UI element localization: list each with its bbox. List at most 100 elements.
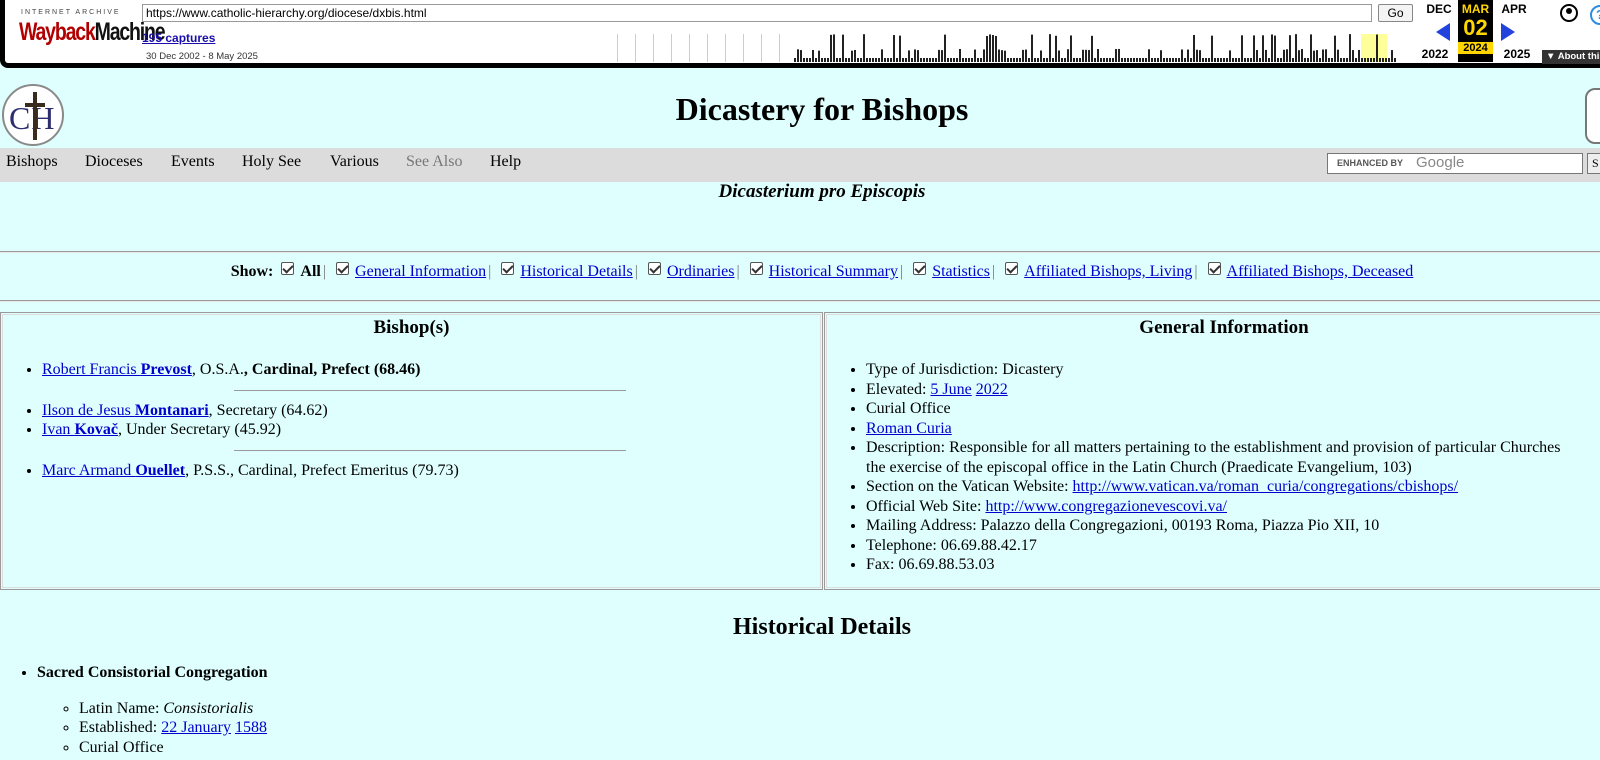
capture-bar xyxy=(971,58,973,62)
established-year-link[interactable]: 1588 xyxy=(235,719,267,736)
capture-bar xyxy=(1196,49,1198,62)
page-title: Dicastery for Bishops xyxy=(675,91,969,127)
wayback-about-capture[interactable]: ▼ About this capture xyxy=(1542,50,1600,64)
nav-dioceses[interactable]: Dioceses xyxy=(85,153,143,171)
nav-help[interactable]: Help xyxy=(490,153,521,171)
capture-bar xyxy=(1220,58,1222,62)
capture-bar xyxy=(1073,58,1075,62)
capture-bar xyxy=(950,58,952,62)
capture-bar xyxy=(1061,58,1063,62)
show-affiliated-living-link[interactable]: Affiliated Bishops, Living xyxy=(1024,263,1192,280)
capture-bar xyxy=(1352,50,1354,62)
checkbox-historical-summary[interactable] xyxy=(749,262,763,275)
capture-bar xyxy=(845,58,847,62)
checkbox-affiliated-living[interactable] xyxy=(1005,262,1019,275)
roman-curia-link[interactable]: Roman Curia xyxy=(866,420,952,437)
show-statistics-link[interactable]: Statistics xyxy=(932,263,990,280)
wayback-prev-year[interactable]: 2022 xyxy=(1416,47,1454,61)
capture-bar xyxy=(854,49,856,62)
checkbox-historical-details[interactable] xyxy=(501,262,515,275)
nav-various[interactable]: Various xyxy=(330,153,379,171)
wayback-go-button[interactable]: Go xyxy=(1378,4,1413,22)
capture-bar xyxy=(635,34,636,62)
capture-bar xyxy=(1148,49,1150,62)
capture-bar xyxy=(1151,58,1153,62)
bishop-kovac-link[interactable]: Ivan Kovač xyxy=(42,421,118,438)
capture-bar xyxy=(761,34,762,62)
nav-events[interactable]: Events xyxy=(171,153,215,171)
capture-bar xyxy=(908,50,910,62)
established-day-link[interactable]: 22 January xyxy=(161,719,231,736)
capture-bar xyxy=(797,49,799,62)
capture-bar xyxy=(1343,58,1345,62)
capture-bar xyxy=(986,35,988,62)
nav-bishops[interactable]: Bishops xyxy=(6,153,58,171)
capture-bar xyxy=(1280,58,1282,62)
elevated-day-link[interactable]: 5 June xyxy=(930,381,971,398)
capture-bar xyxy=(1094,58,1096,62)
capture-bar xyxy=(1142,58,1144,62)
wayback-prev-arrow-icon[interactable] xyxy=(1436,23,1450,41)
capture-bar xyxy=(1025,49,1027,62)
help-icon[interactable]: ? xyxy=(1590,5,1600,25)
nav-holy-see[interactable]: Holy See xyxy=(242,153,301,171)
capture-bar xyxy=(1313,50,1315,62)
capture-bar xyxy=(1373,58,1375,62)
capture-bar xyxy=(935,58,937,62)
search-button[interactable]: S xyxy=(1587,153,1600,174)
wayback-url-input[interactable]: https://www.catholic-hierarchy.org/dioce… xyxy=(142,4,1372,22)
user-icon[interactable] xyxy=(1560,4,1578,22)
bishop-montanari-link[interactable]: Ilson de Jesus Montanari xyxy=(42,402,209,419)
capture-bar xyxy=(1166,58,1168,62)
capture-bar xyxy=(1355,58,1357,62)
search-input[interactable]: ENHANCED BY Google xyxy=(1327,153,1583,174)
show-historical-summary-link[interactable]: Historical Summary xyxy=(769,263,898,280)
capture-bar xyxy=(827,58,829,62)
capture-bar xyxy=(809,58,811,62)
capture-bar xyxy=(1298,50,1300,62)
capture-bar xyxy=(1319,58,1321,62)
bishops-panel: Bishop(s) Robert Francis Prevost, O.S.A.… xyxy=(0,312,823,590)
capture-bar xyxy=(1178,58,1180,62)
capture-bar xyxy=(992,35,994,62)
show-affiliated-deceased-link[interactable]: Affiliated Bishops, Deceased xyxy=(1227,263,1414,280)
bishop-prevost-link[interactable]: Robert Francis Prevost xyxy=(42,361,192,378)
capture-bar xyxy=(905,58,907,62)
nav-see-also[interactable]: See Also xyxy=(406,153,462,171)
general-information-heading: General Information xyxy=(1139,317,1309,338)
elevated-year-link[interactable]: 2022 xyxy=(976,381,1008,398)
checkbox-general-information[interactable] xyxy=(336,262,350,275)
capture-bar xyxy=(1049,34,1051,62)
capture-bar xyxy=(1301,49,1303,62)
wayback-next-month[interactable]: APR xyxy=(1498,2,1530,16)
wayback-capture-sparkline[interactable] xyxy=(617,30,1397,62)
established-item: Established: 22 January 1588 xyxy=(79,718,268,738)
checkbox-statistics[interactable] xyxy=(913,262,927,275)
capture-bar xyxy=(926,58,928,62)
bishop-ouellet-link[interactable]: Marc Armand Ouellet xyxy=(42,462,185,479)
checkbox-all[interactable] xyxy=(281,262,295,275)
capture-bar xyxy=(1331,58,1333,62)
show-ordinaries-link[interactable]: Ordinaries xyxy=(667,263,735,280)
show-general-information-link[interactable]: General Information xyxy=(355,263,486,280)
checkbox-affiliated-deceased[interactable] xyxy=(1207,262,1221,275)
official-site-link[interactable]: http://www.congregazionevescovi.va/ xyxy=(985,498,1227,515)
capture-bar xyxy=(851,50,853,62)
roman-curia-item: Roman Curia xyxy=(866,419,1600,439)
capture-bar xyxy=(836,58,838,62)
capture-bar xyxy=(1256,50,1258,62)
wayback-captures-link[interactable]: 195 captures xyxy=(142,31,215,45)
vatican-section-link[interactable]: http://www.vatican.va/roman_curia/congre… xyxy=(1073,478,1459,495)
wayback-current-date: MAR 02 2024 xyxy=(1458,0,1493,62)
show-historical-details-link[interactable]: Historical Details xyxy=(520,263,632,280)
capture-bar xyxy=(887,58,889,62)
capture-bar xyxy=(917,50,919,62)
capture-bar xyxy=(1226,58,1228,62)
capture-bar xyxy=(1307,58,1309,62)
capture-bar xyxy=(812,49,814,62)
wayback-next-year[interactable]: 2025 xyxy=(1498,47,1536,61)
wayback-prev-month[interactable]: DEC xyxy=(1423,2,1455,16)
capture-bar xyxy=(1064,58,1066,62)
checkbox-ordinaries[interactable] xyxy=(647,262,661,275)
wayback-next-arrow-icon[interactable] xyxy=(1501,23,1515,41)
